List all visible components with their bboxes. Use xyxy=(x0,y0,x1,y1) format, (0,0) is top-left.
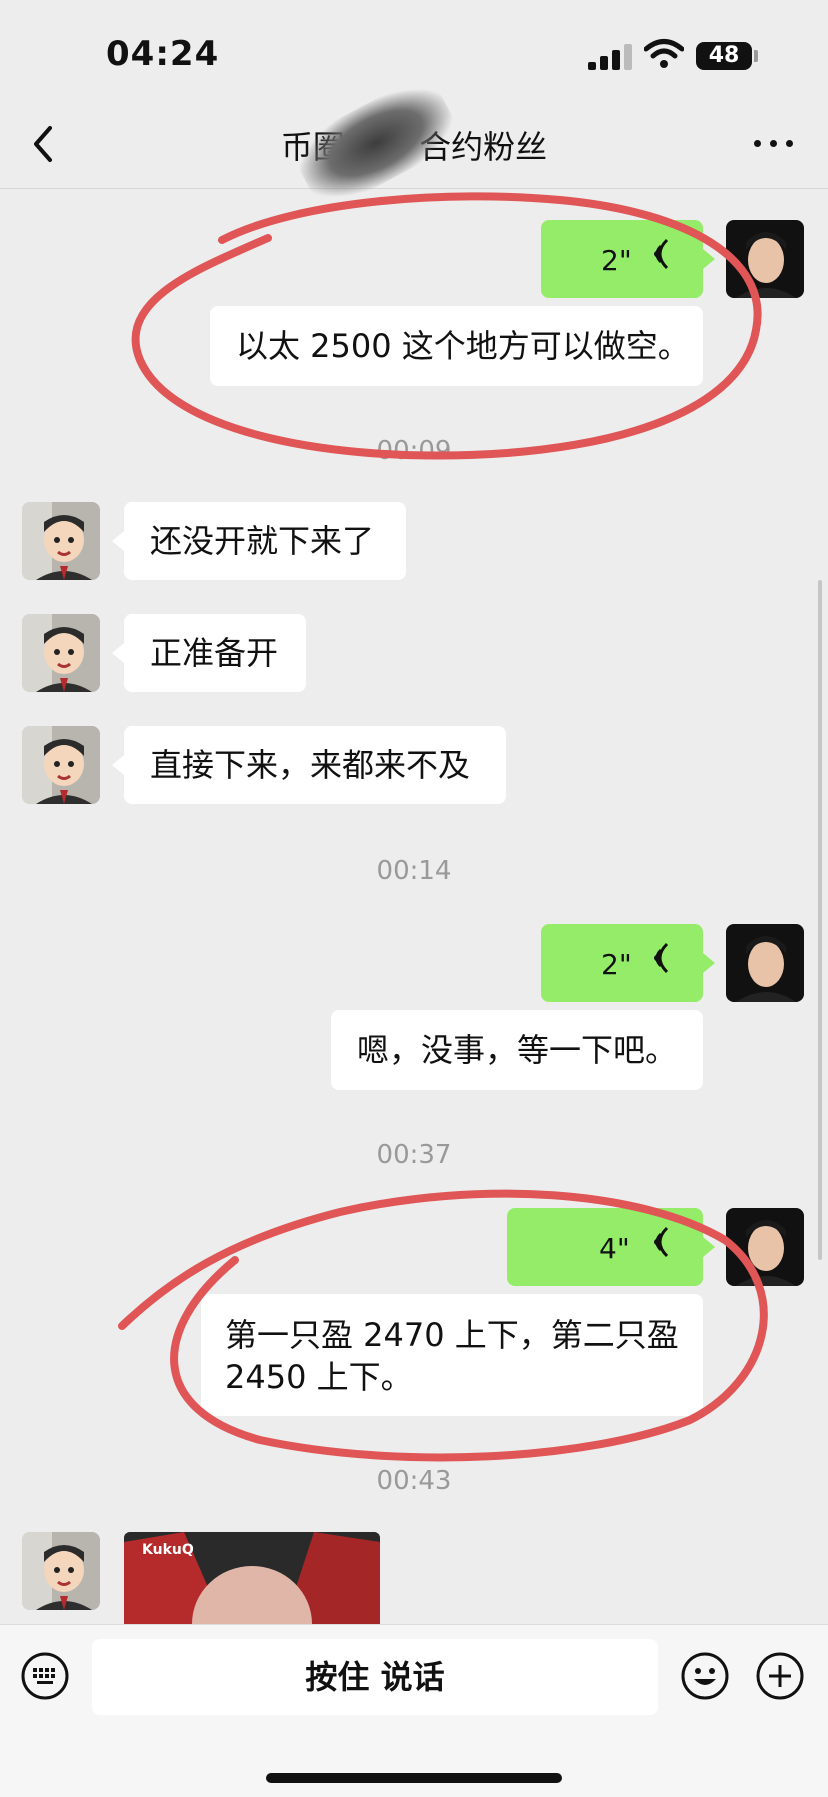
avatar-self[interactable] xyxy=(726,1208,804,1286)
message-text-line: 第一只盈 2470 上下，第二只盈 xyxy=(225,1316,679,1354)
home-indicator xyxy=(266,1773,562,1783)
avatar-self[interactable] xyxy=(726,924,804,1002)
status-time: 04:24 xyxy=(106,34,220,74)
voice-message[interactable]: 4" xyxy=(507,1208,703,1286)
voice-duration: 2" xyxy=(601,244,632,277)
timestamp: 00:43 xyxy=(376,1466,452,1496)
wifi-icon xyxy=(644,39,684,68)
battery-indicator: 48 xyxy=(696,42,752,70)
scrollbar[interactable] xyxy=(818,580,822,1260)
hold-to-talk-button[interactable]: 按住 说话 xyxy=(92,1639,658,1715)
timestamp: 00:37 xyxy=(376,1140,452,1170)
message-bubble[interactable]: 还没开就下来了 xyxy=(124,502,406,580)
emoji-icon[interactable] xyxy=(680,1651,730,1701)
avatar-contact[interactable] xyxy=(22,502,100,580)
more-dots-icon[interactable] xyxy=(752,128,796,158)
avatar-self[interactable] xyxy=(726,220,804,298)
transcription-text[interactable]: 第一只盈 2470 上下，第二只盈 2450 上下。 xyxy=(201,1294,703,1416)
voice-wave-icon xyxy=(654,942,669,974)
bubble-tail xyxy=(703,1237,715,1257)
battery-tip xyxy=(754,50,758,62)
timestamp: 00:14 xyxy=(376,856,452,886)
red-circle-annotations xyxy=(118,192,768,1462)
voice-duration: 2" xyxy=(601,948,632,981)
keyboard-icon[interactable] xyxy=(20,1651,70,1701)
message-text: 直接下来，来都来不及 xyxy=(150,746,471,784)
bubble-tail xyxy=(112,531,124,551)
avatar-contact[interactable] xyxy=(22,1532,100,1610)
chat-header: 币圈～ 、合约粉丝 xyxy=(0,71,828,215)
plus-icon[interactable] xyxy=(755,1651,805,1701)
transcription-text[interactable]: 嗯，没事，等一下吧。 xyxy=(331,1010,703,1090)
bubble-tail xyxy=(112,755,124,775)
message-text: 以太 2500 这个地方可以做空。 xyxy=(236,327,690,365)
voice-message[interactable]: 2" xyxy=(541,924,703,1002)
image-message[interactable]: KukuQ xyxy=(124,1532,380,1624)
message-text: 正准备开 xyxy=(150,634,279,672)
input-bar: 按住 说话 xyxy=(0,1624,828,1797)
signal-icon xyxy=(588,44,636,70)
voice-message[interactable]: 2" xyxy=(541,220,703,298)
voice-wave-icon xyxy=(654,238,669,270)
transcription-text[interactable]: 以太 2500 这个地方可以做空。 xyxy=(210,306,703,386)
message-bubble[interactable]: 正准备开 xyxy=(124,614,306,692)
message-bubble[interactable]: 直接下来，来都来不及 xyxy=(124,726,506,804)
bubble-tail xyxy=(703,249,715,269)
avatar-contact[interactable] xyxy=(22,726,100,804)
message-text: 还没开就下来了 xyxy=(150,522,375,560)
bubble-tail xyxy=(703,953,715,973)
voice-wave-icon xyxy=(654,1226,669,1258)
message-text: 嗯，没事，等一下吧。 xyxy=(357,1031,678,1069)
image-watermark: KukuQ xyxy=(142,1542,194,1558)
message-text-line: 2450 上下。 xyxy=(225,1358,413,1396)
timestamp: 00:09 xyxy=(376,436,452,466)
avatar-contact[interactable] xyxy=(22,614,100,692)
chevron-left-icon[interactable] xyxy=(24,120,64,168)
voice-duration: 4" xyxy=(599,1232,630,1265)
bubble-tail xyxy=(112,643,124,663)
